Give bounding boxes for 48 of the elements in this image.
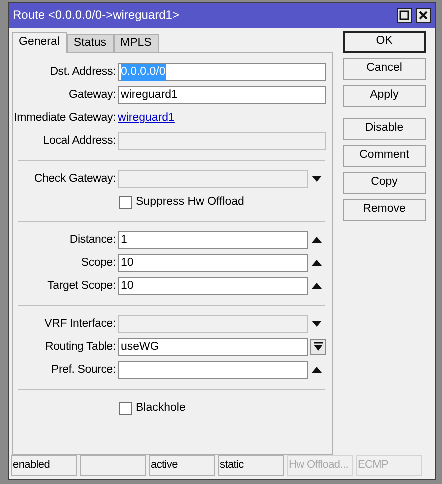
dropdown-button[interactable] <box>310 339 326 356</box>
status-cell: ECMP <box>356 454 422 476</box>
field-label: Gateway: <box>68 88 117 103</box>
input-field[interactable]: useWG <box>118 338 308 356</box>
field-label: Routing Table: <box>44 340 117 355</box>
input-field[interactable]: wireguard1 <box>118 86 326 104</box>
window-title: Route <0.0.0.0/0->wireguard1> <box>13 7 180 24</box>
dialog-button[interactable]: Remove <box>343 198 426 221</box>
maximize-icon[interactable] <box>397 8 412 23</box>
dialog-button[interactable]: OK <box>343 30 426 53</box>
close-icon[interactable] <box>416 8 431 23</box>
dialog-button[interactable]: Comment <box>343 144 426 167</box>
checkbox-label: Suppress Hw Offload <box>136 194 244 210</box>
field-label: Immediate Gateway: <box>13 110 117 126</box>
status-cell: Hw Offload... <box>287 454 353 476</box>
dropdown-arrow-icon[interactable] <box>312 321 322 328</box>
field-label: Scope: <box>80 256 117 271</box>
checkbox-label: Blackhole <box>136 400 186 416</box>
gateway-link[interactable]: wireguard1 <box>118 110 175 128</box>
checkbox[interactable] <box>119 196 132 209</box>
field-label: Distance: <box>68 232 117 248</box>
field-label: Dst. Address: <box>49 64 117 80</box>
field-label: Check Gateway: <box>33 172 117 187</box>
tab[interactable]: General <box>12 32 67 53</box>
input-field[interactable]: 10 <box>118 277 308 296</box>
dialog-button[interactable]: Apply <box>343 84 426 107</box>
collapse-arrow-icon[interactable] <box>312 260 322 266</box>
status-cell: active <box>149 454 215 476</box>
field-label: Local Address: <box>42 134 117 149</box>
input-field[interactable]: 1 <box>118 231 308 250</box>
status-cell: static <box>218 454 284 476</box>
dropdown-arrow-icon <box>314 342 322 352</box>
tab[interactable]: MPLS <box>114 34 159 52</box>
dialog-button[interactable]: Cancel <box>343 58 426 80</box>
collapse-arrow-icon[interactable] <box>312 237 322 244</box>
input-field[interactable]: 10 <box>118 254 308 272</box>
field-label: VRF Interface: <box>44 316 117 332</box>
checkbox[interactable] <box>119 402 132 415</box>
tab[interactable]: Status <box>66 34 114 52</box>
field-label: Target Scope: <box>46 278 117 294</box>
collapse-arrow-icon[interactable] <box>312 283 322 290</box>
collapse-arrow-icon[interactable] <box>312 367 322 374</box>
dropdown-arrow-icon[interactable] <box>312 176 322 182</box>
dialog-button[interactable]: Copy <box>343 172 426 194</box>
field-label: Pref. Source: <box>50 362 117 378</box>
input-field[interactable] <box>118 361 308 380</box>
dialog-button[interactable]: Disable <box>343 118 426 140</box>
status-cell: enabled <box>11 454 77 476</box>
